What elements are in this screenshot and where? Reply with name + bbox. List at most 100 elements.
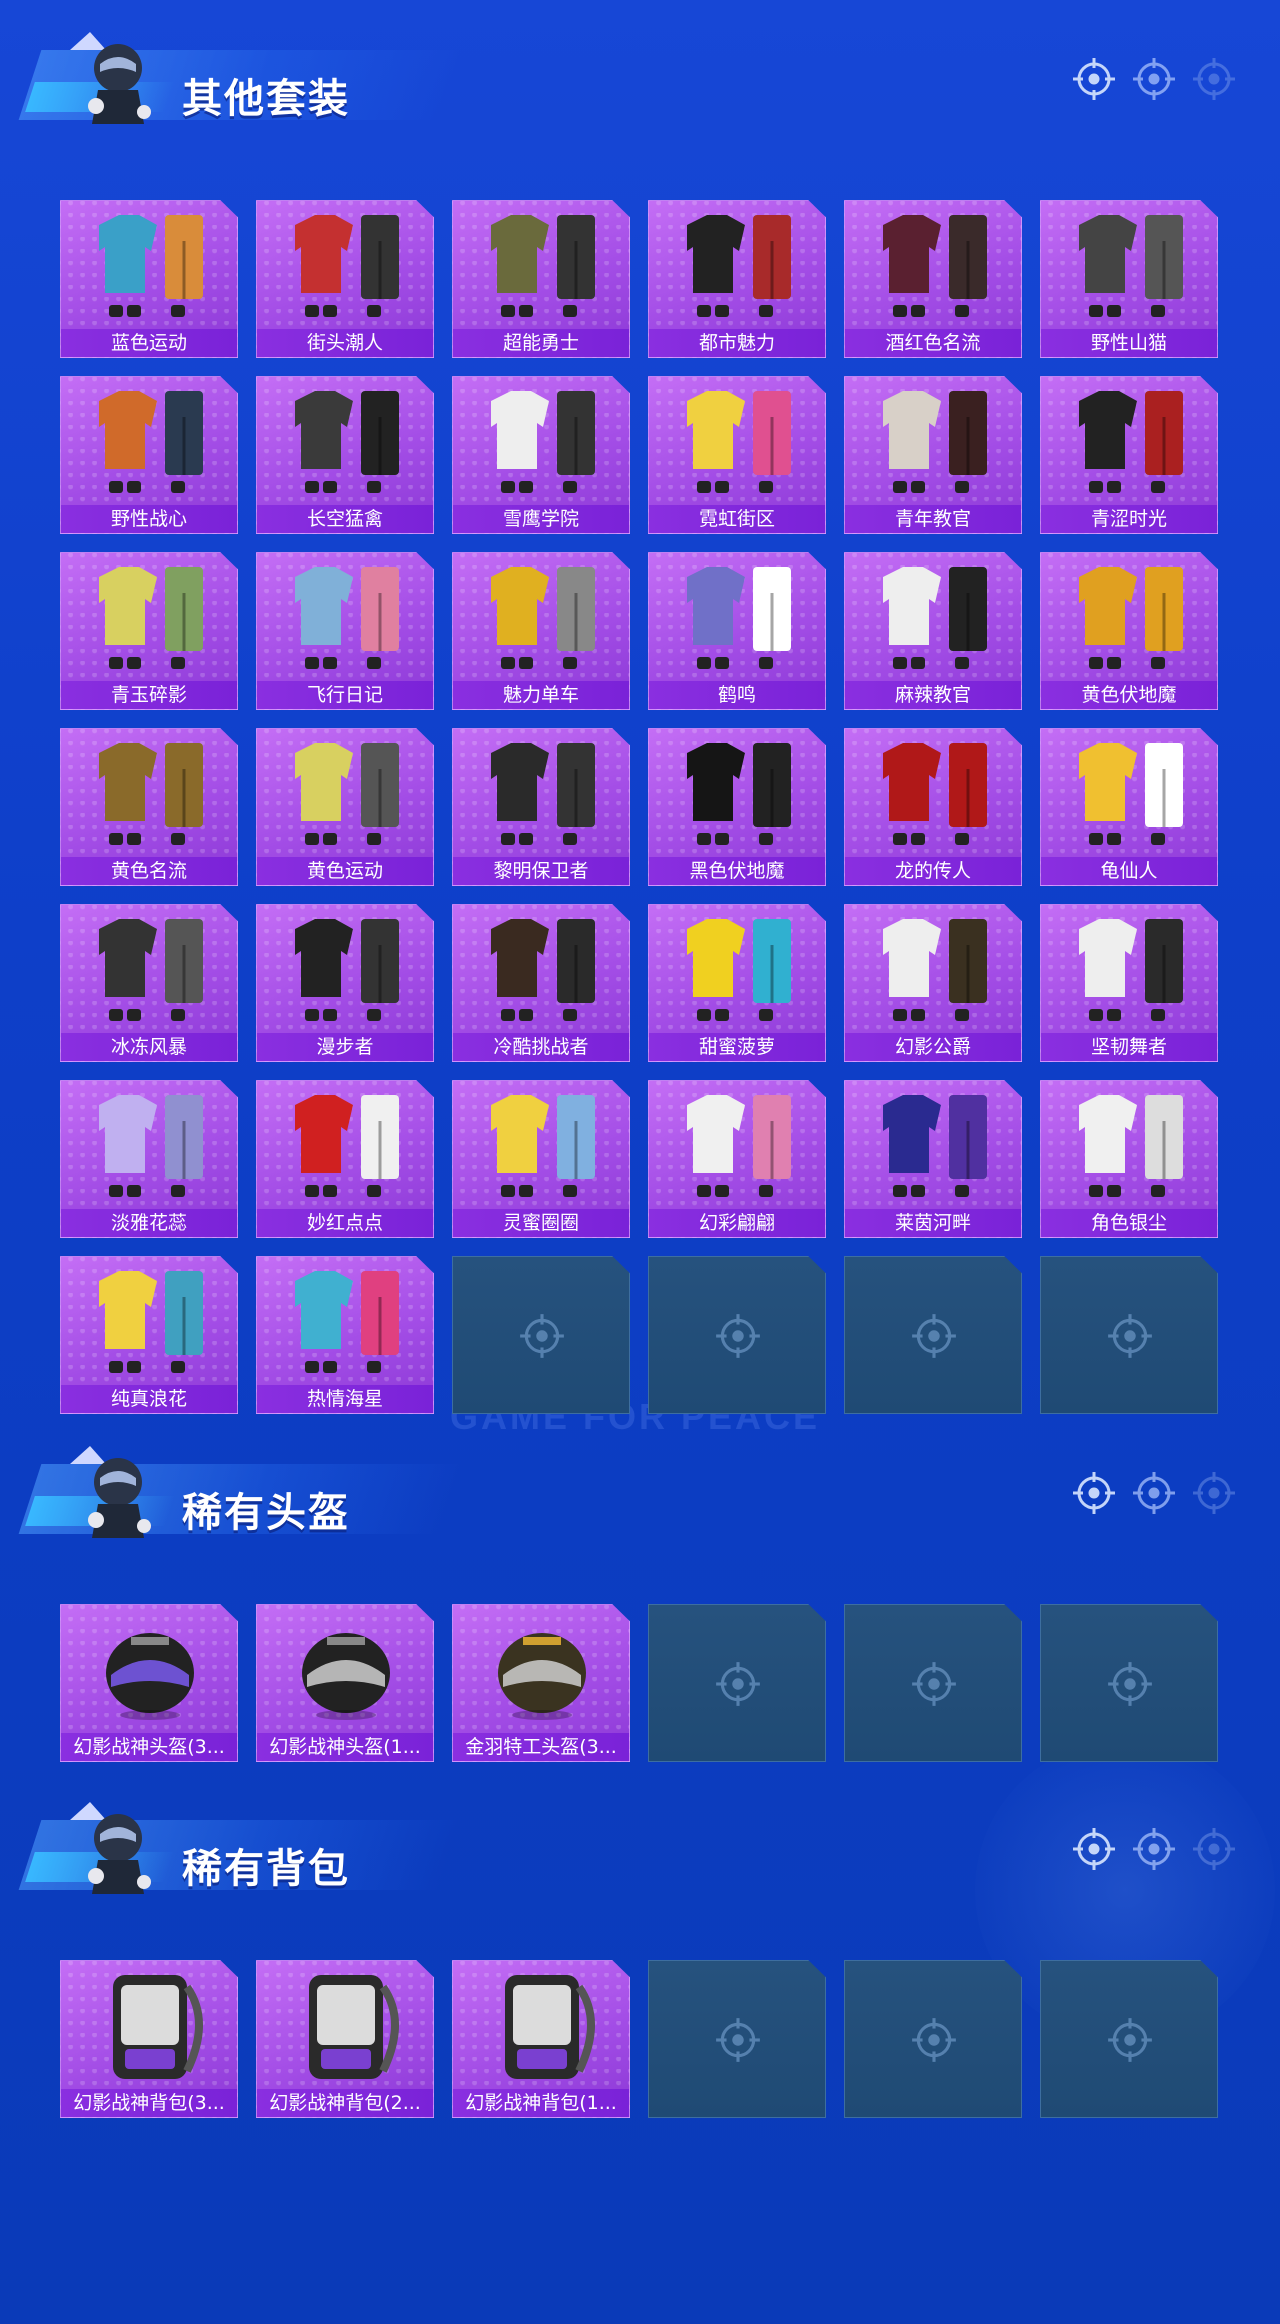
empty-slot bbox=[452, 1256, 630, 1414]
outfit-image bbox=[687, 743, 791, 845]
item-tile[interactable]: 纯真浪花 bbox=[60, 1256, 238, 1414]
empty-slot bbox=[648, 1256, 826, 1414]
item-label: 纯真浪花 bbox=[61, 1385, 237, 1413]
outfit-image bbox=[99, 1095, 203, 1197]
item-tile[interactable]: 黄色运动 bbox=[256, 728, 434, 886]
item-tile[interactable]: 龙的传人 bbox=[844, 728, 1022, 886]
backpack-image bbox=[113, 1975, 203, 2079]
item-label: 蓝色运动 bbox=[61, 329, 237, 357]
empty-slot bbox=[844, 1256, 1022, 1414]
item-tile[interactable]: 青年教官 bbox=[844, 376, 1022, 534]
backpack-image bbox=[505, 1975, 595, 2079]
item-tile[interactable]: 野性战心 bbox=[60, 376, 238, 534]
empty-slot bbox=[1040, 1256, 1218, 1414]
item-tile[interactable]: 黑色伏地魔 bbox=[648, 728, 826, 886]
item-tile[interactable]: 霓虹街区 bbox=[648, 376, 826, 534]
outfit-image bbox=[491, 215, 595, 317]
item-tile[interactable]: 角色银尘 bbox=[1040, 1080, 1218, 1238]
item-tile[interactable]: 野性山猫 bbox=[1040, 200, 1218, 358]
item-tile[interactable]: 青玉碎影 bbox=[60, 552, 238, 710]
item-tile[interactable]: 鹤鸣 bbox=[648, 552, 826, 710]
outfit-image bbox=[295, 1271, 399, 1373]
outfit-image bbox=[1079, 919, 1183, 1021]
item-tile[interactable]: 酒红色名流 bbox=[844, 200, 1022, 358]
outfit-image bbox=[1079, 743, 1183, 845]
item-label: 漫步者 bbox=[257, 1033, 433, 1061]
outfit-image bbox=[1079, 391, 1183, 493]
item-tile[interactable]: 幻彩翩翩 bbox=[648, 1080, 826, 1238]
section-0: 其他套装 蓝色运动 街头潮人 超能勇士 都市魅力 酒红色名流 野性山猫 野性战心… bbox=[0, 0, 1280, 1414]
item-tile[interactable]: 幻影战神头盔(3... bbox=[60, 1604, 238, 1762]
outfit-image bbox=[491, 391, 595, 493]
item-tile[interactable]: 金羽特工头盔(3... bbox=[452, 1604, 630, 1762]
item-label: 鹤鸣 bbox=[649, 681, 825, 709]
item-tile[interactable]: 灵蜜圈圈 bbox=[452, 1080, 630, 1238]
item-label: 街头潮人 bbox=[257, 329, 433, 357]
outfit-image bbox=[687, 215, 791, 317]
item-tile[interactable]: 雪鹰学院 bbox=[452, 376, 630, 534]
outfit-image bbox=[687, 1095, 791, 1197]
outfit-image bbox=[687, 391, 791, 493]
item-tile[interactable]: 幻影战神背包(2... bbox=[256, 1960, 434, 2118]
item-label: 龙的传人 bbox=[845, 857, 1021, 885]
item-tile[interactable]: 青涩时光 bbox=[1040, 376, 1218, 534]
item-tile[interactable]: 超能勇士 bbox=[452, 200, 630, 358]
item-label: 淡雅花蕊 bbox=[61, 1209, 237, 1237]
item-tile[interactable]: 街头潮人 bbox=[256, 200, 434, 358]
item-label: 幻影战神头盔(1... bbox=[257, 1733, 433, 1761]
outfit-image bbox=[883, 919, 987, 1021]
item-tile[interactable]: 黄色名流 bbox=[60, 728, 238, 886]
helmet-image bbox=[498, 1633, 586, 1720]
item-tile[interactable]: 坚韧舞者 bbox=[1040, 904, 1218, 1062]
outfit-image bbox=[99, 391, 203, 493]
item-label: 幻影战神背包(1... bbox=[453, 2089, 629, 2117]
item-label: 飞行日记 bbox=[257, 681, 433, 709]
item-label: 麻辣教官 bbox=[845, 681, 1021, 709]
item-tile[interactable]: 淡雅花蕊 bbox=[60, 1080, 238, 1238]
outfit-image bbox=[99, 919, 203, 1021]
item-tile[interactable]: 冰冻风暴 bbox=[60, 904, 238, 1062]
item-tile[interactable]: 麻辣教官 bbox=[844, 552, 1022, 710]
item-label: 热情海星 bbox=[257, 1385, 433, 1413]
item-tile[interactable]: 魅力单车 bbox=[452, 552, 630, 710]
item-tile[interactable]: 蓝色运动 bbox=[60, 200, 238, 358]
outfit-image bbox=[295, 567, 399, 669]
item-label: 幻影战神背包(3... bbox=[61, 2089, 237, 2117]
item-label: 黄色运动 bbox=[257, 857, 433, 885]
helmet-image bbox=[302, 1633, 390, 1720]
item-tile[interactable]: 妙红点点 bbox=[256, 1080, 434, 1238]
item-tile[interactable]: 漫步者 bbox=[256, 904, 434, 1062]
item-label: 幻影公爵 bbox=[845, 1033, 1021, 1061]
header-markers bbox=[1070, 55, 1250, 115]
item-tile[interactable]: 长空猛禽 bbox=[256, 376, 434, 534]
item-tile[interactable]: 莱茵河畔 bbox=[844, 1080, 1022, 1238]
backpack-image bbox=[309, 1975, 399, 2079]
item-tile[interactable]: 龟仙人 bbox=[1040, 728, 1218, 886]
item-label: 黄色伏地魔 bbox=[1041, 681, 1217, 709]
item-tile[interactable]: 热情海星 bbox=[256, 1256, 434, 1414]
item-tile[interactable]: 甜蜜菠萝 bbox=[648, 904, 826, 1062]
item-tile[interactable]: 幻影战神背包(1... bbox=[452, 1960, 630, 2118]
item-label: 黄色名流 bbox=[61, 857, 237, 885]
item-tile[interactable]: 冷酷挑战者 bbox=[452, 904, 630, 1062]
item-label: 冰冻风暴 bbox=[61, 1033, 237, 1061]
item-tile[interactable]: 黎明保卫者 bbox=[452, 728, 630, 886]
empty-slot bbox=[1040, 1960, 1218, 2118]
outfit-image bbox=[883, 1095, 987, 1197]
outfit-image bbox=[295, 215, 399, 317]
item-tile[interactable]: 都市魅力 bbox=[648, 200, 826, 358]
outfit-image bbox=[883, 215, 987, 317]
item-tile[interactable]: 黄色伏地魔 bbox=[1040, 552, 1218, 710]
item-label: 魅力单车 bbox=[453, 681, 629, 709]
item-label: 长空猛禽 bbox=[257, 505, 433, 533]
item-tile[interactable]: 幻影战神背包(3... bbox=[60, 1960, 238, 2118]
item-tile[interactable]: 幻影战神头盔(1... bbox=[256, 1604, 434, 1762]
item-label: 角色银尘 bbox=[1041, 1209, 1217, 1237]
section-title: 其他套装 bbox=[182, 76, 350, 122]
item-label: 妙红点点 bbox=[257, 1209, 433, 1237]
outfit-image bbox=[687, 919, 791, 1021]
outfit-image bbox=[1079, 567, 1183, 669]
outfit-image bbox=[1079, 1095, 1183, 1197]
item-tile[interactable]: 飞行日记 bbox=[256, 552, 434, 710]
item-tile[interactable]: 幻影公爵 bbox=[844, 904, 1022, 1062]
